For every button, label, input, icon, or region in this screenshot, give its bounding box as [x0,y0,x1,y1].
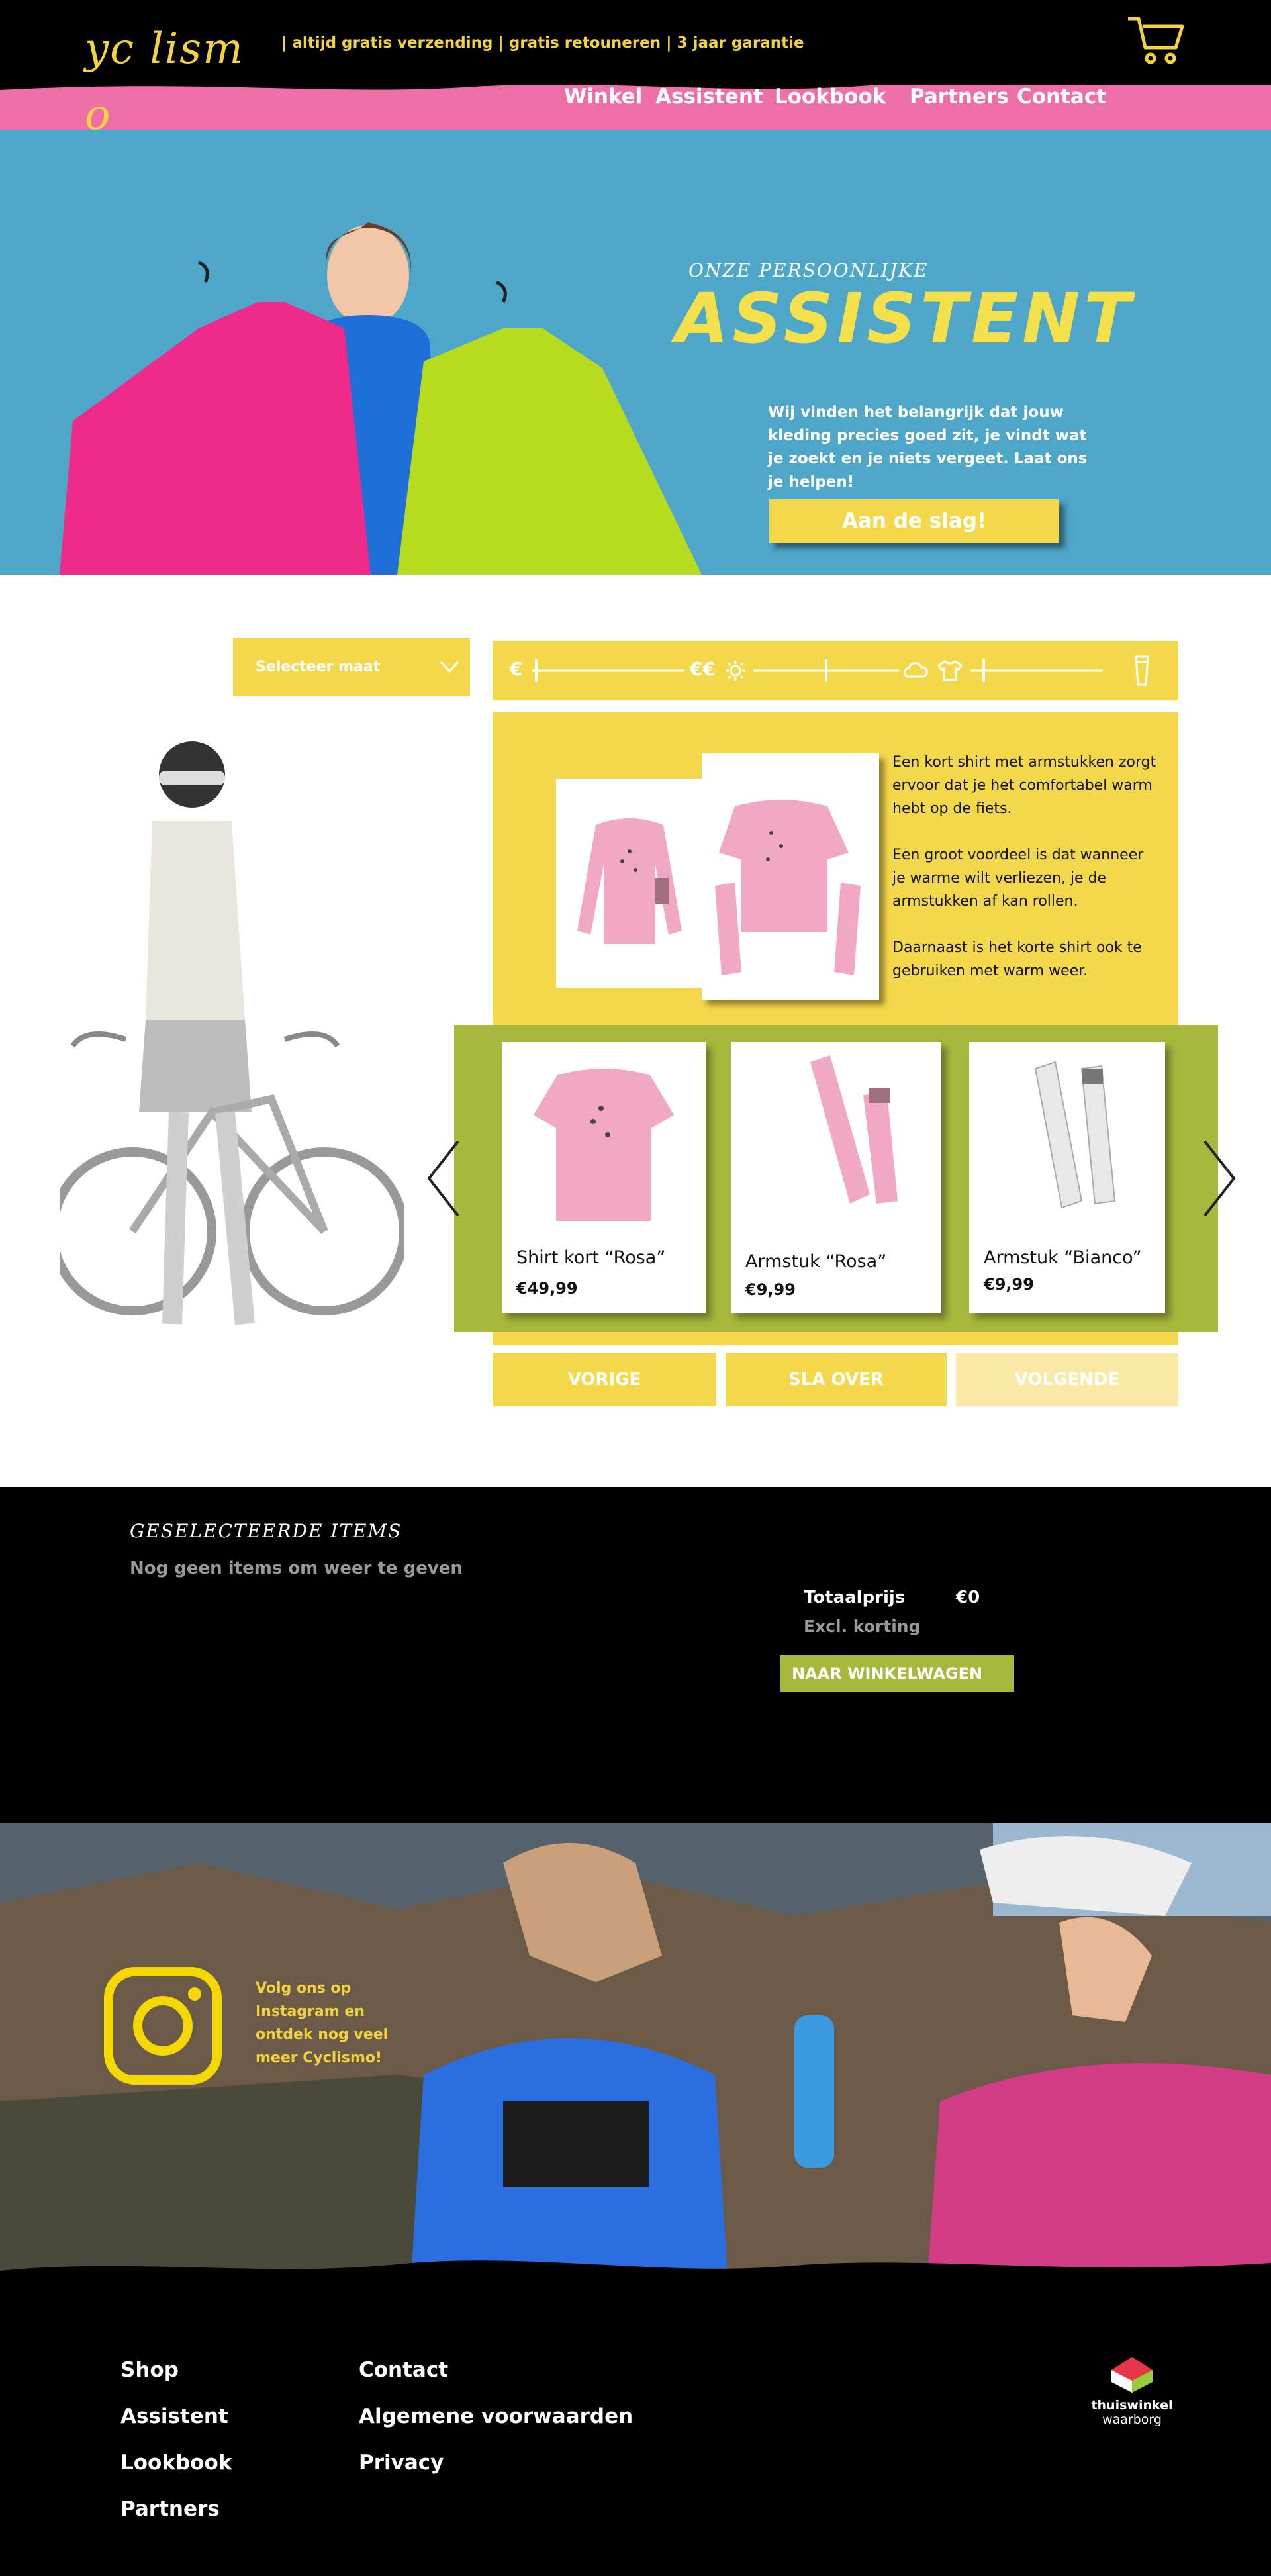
description-paragraph: Een kort shirt met armstukken zorgt ervo… [892,754,1156,817]
chevron-right-icon[interactable] [1200,1139,1239,1218]
size-select-label: Selecteer maat [256,659,381,675]
selected-items-empty: Nog geen items om weer te geven [130,1558,463,1578]
product-name: Armstuk “Bianco” [984,1247,1142,1268]
product-name: Shirt kort “Rosa” [516,1247,666,1268]
badge-line-1: thuiswinkel [1091,2398,1173,2412]
footer-link-privacy[interactable]: Privacy [359,2451,444,2475]
description-paragraph: Een groot voordeel is dat wanneer je war… [892,847,1144,910]
skip-button[interactable]: SLA OVER [726,1353,947,1406]
product-image-shirt [534,1069,674,1221]
nav-assistent[interactable]: Assistent [655,85,763,117]
cart-icon[interactable] [1125,13,1185,66]
sun-icon [726,661,745,681]
product-name: Armstuk “Rosa” [745,1251,887,1272]
cyclist-photo [60,741,404,1325]
brush-edge [0,2260,1271,2291]
product-photo-longsleeve [556,779,703,988]
tshirt-icon [937,660,963,681]
badge-line-2: waarborg [1102,2412,1162,2427]
product-price: €9,99 [745,1280,796,1299]
thuiswinkel-badge[interactable]: thuiswinkel waarborg [1086,2354,1178,2434]
hero-title: ASSISTENT [675,278,1135,359]
hero-text: Wij vinden het belangrijk dat jouw kledi… [768,404,1088,491]
nav-partners[interactable]: Partners [910,85,1009,117]
weather-slider[interactable] [747,641,906,700]
cloud-icon [904,662,928,678]
chevron-left-icon[interactable] [424,1139,463,1218]
description-paragraph: Daarnaast is het korte shirt ook te gebr… [892,939,1142,979]
house-icon [1111,2357,1153,2393]
footer-link-terms[interactable]: Algemene voorwaarden [359,2405,633,2428]
armwarmer-icon [1135,655,1149,686]
header-tagline: | altijd gratis verzending | gratis reto… [281,34,804,52]
product-card[interactable]: Armstuk “Rosa” €9,99 [731,1042,941,1313]
instagram-text[interactable]: Volg ons op Instagram en ontdek nog veel… [256,1977,421,2070]
filter-bar: € €€ [493,641,1178,700]
footer-link-shop[interactable]: Shop [120,2358,179,2382]
price-low-label: € [510,658,523,680]
chevron-down-icon [440,661,459,673]
footer-link-contact[interactable]: Contact [359,2358,448,2382]
product-price: €9,99 [984,1275,1034,1294]
product-price: €49,99 [516,1279,578,1298]
footer-link-partners[interactable]: Partners [120,2497,220,2521]
size-select[interactable]: Selecteer maat [233,638,470,696]
product-photo-combo [702,753,879,1000]
total-value: €0 [956,1588,980,1607]
product-image-armwarmer-rosa [810,1055,898,1204]
instagram-icon[interactable] [103,1966,222,2085]
product-card[interactable]: Shirt kort “Rosa” €49,99 [502,1042,706,1313]
nav-contact[interactable]: Contact [1017,85,1106,117]
next-button[interactable]: VOLGENDE [956,1353,1178,1406]
start-button[interactable]: Aan de slag! [769,499,1059,543]
price-slider[interactable] [526,641,691,700]
excl-discount-note: Excl. korting [804,1617,921,1636]
selected-items-title: GESELECTEERDE ITEMS [130,1520,402,1542]
product-image-armwarmer-bianco [1034,1061,1116,1209]
product-card[interactable]: Armstuk “Bianco” €9,99 [969,1042,1165,1313]
footer-link-lookbook[interactable]: Lookbook [120,2451,232,2475]
clothing-slider[interactable] [964,641,1109,700]
footer-link-assistent[interactable]: Assistent [120,2405,228,2428]
logo[interactable]: yc lism o [85,16,257,140]
nav-lookbook[interactable]: Lookbook [775,85,886,117]
instagram-banner [0,1823,1271,2287]
price-high-label: €€ [690,658,716,680]
nav-winkel[interactable]: Winkel [564,85,642,117]
product-description: Een kort shirt met armstukken zorgt ervo… [892,751,1157,1006]
total-label: Totaalprijs [804,1588,906,1607]
to-cart-button[interactable]: NAAR WINKELWAGEN [780,1655,1014,1692]
hero-photo [60,222,702,575]
prev-button[interactable]: VORIGE [493,1353,716,1406]
